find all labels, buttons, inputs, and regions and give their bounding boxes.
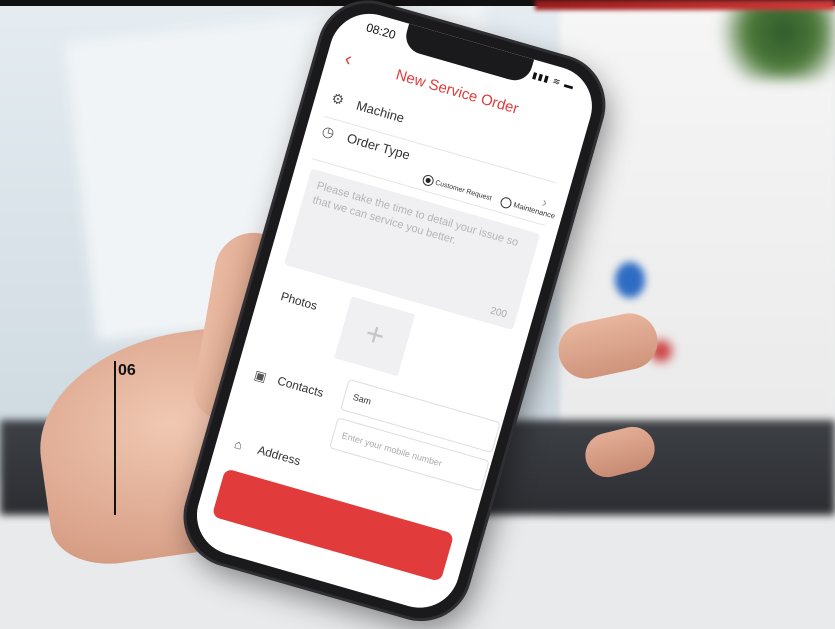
contacts-label: Contacts: [275, 373, 326, 401]
add-photo-button[interactable]: +: [334, 296, 416, 377]
background-blue-object: [615, 262, 645, 298]
submit-button[interactable]: [211, 468, 455, 582]
address-label: Address: [255, 442, 303, 469]
plus-icon: +: [361, 314, 390, 355]
char-counter: 200: [489, 304, 509, 321]
contact-card-icon: ▣: [252, 366, 269, 385]
step-number: 06: [118, 362, 136, 379]
clock-icon: ◷: [320, 122, 337, 141]
photos-label: Photos: [279, 289, 319, 313]
background-red-corner: [535, 0, 835, 10]
background-plant: [705, 0, 835, 80]
radio-selected-icon: [421, 173, 435, 188]
location-icon: ⌂: [232, 436, 245, 453]
machine-icon: ⚙: [329, 89, 347, 109]
radio-customer-request[interactable]: Customer Request: [421, 173, 493, 204]
status-time: 08:20: [364, 20, 398, 43]
status-icons: ▮▮▮ ≋ ▬: [531, 69, 576, 92]
radio-unselected-icon: [499, 196, 514, 210]
step-marker-line: [114, 361, 116, 515]
machine-label: Machine: [354, 97, 407, 126]
